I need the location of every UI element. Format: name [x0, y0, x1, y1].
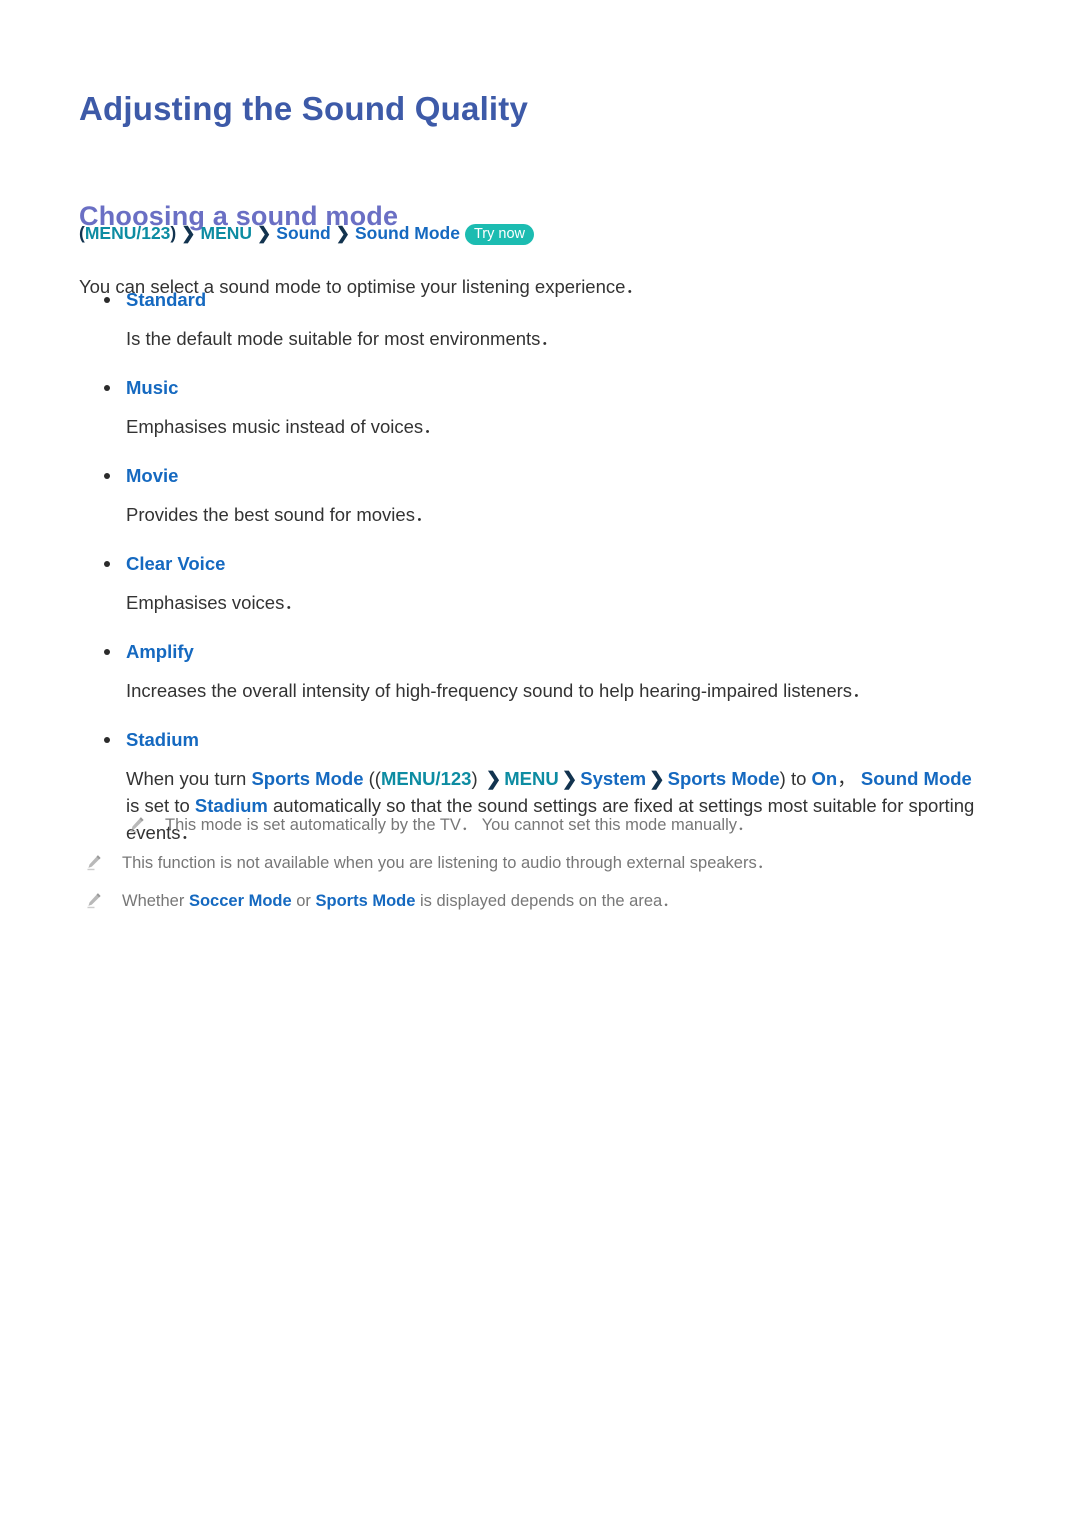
breadcrumb-item-menu123[interactable]: MENU/123	[85, 223, 171, 243]
bullet-dot-icon	[104, 297, 110, 303]
sound-mode-label: Movie	[0, 463, 1080, 489]
sound-mode-label-text: Clear Voice	[126, 553, 226, 574]
pencil-icon	[87, 893, 101, 909]
page-title: Adjusting the Sound Quality	[79, 90, 529, 128]
breadcrumb-item-sound[interactable]: Sound	[276, 223, 330, 243]
bullet-dot-icon	[104, 561, 110, 567]
text-fragment: )	[471, 768, 483, 789]
sound-mode-description: Emphasises music instead of voices．	[126, 416, 442, 437]
inline-link-menu[interactable]: MENU	[504, 768, 558, 789]
note-text: This function is not available when you …	[122, 854, 774, 872]
sound-mode-label-text: Stadium	[126, 729, 199, 750]
chevron-right-icon: ❯	[257, 224, 272, 243]
sound-mode-description: Provides the best sound for movies．	[126, 504, 434, 525]
chevron-right-icon: ❯	[485, 768, 502, 789]
note-item: This function is not available when you …	[0, 851, 1080, 875]
bullet-dot-icon	[104, 649, 110, 655]
inline-link-sound-mode[interactable]: Sound Mode	[861, 768, 972, 789]
text-fragment: ) to	[779, 768, 812, 789]
note-item: This mode is set automatically by the TV…	[0, 813, 1080, 837]
inline-link-sports-mode[interactable]: Sports Mode	[668, 768, 780, 789]
note-item: Whether Soccer Mode or Sports Mode is di…	[0, 889, 1080, 913]
sound-mode-label: Amplify	[0, 639, 1080, 665]
inline-link-on[interactable]: On	[812, 768, 838, 789]
chevron-right-icon: ❯	[649, 768, 665, 789]
text-fragment: ，	[837, 768, 861, 789]
sound-mode-label: Standard	[0, 287, 1080, 313]
sound-mode-label-text: Music	[126, 377, 179, 398]
text-fragment: ((	[363, 768, 381, 789]
bullet-dot-icon	[104, 737, 110, 743]
list-item: Movie Provides the best sound for movies…	[0, 463, 1080, 528]
sound-mode-description: Emphasises voices．	[126, 592, 303, 613]
sound-mode-label-text: Movie	[126, 465, 179, 486]
inline-link-sports-mode[interactable]: Sports Mode	[251, 768, 363, 789]
note-text-fragment: is displayed depends on the area．	[415, 892, 679, 910]
note-text-fragment: or	[291, 892, 316, 910]
breadcrumb-item-menu[interactable]: MENU	[201, 223, 253, 243]
inline-link-soccer-mode[interactable]: Soccer Mode	[189, 892, 292, 910]
document-page: Adjusting the Sound Quality Choosing a s…	[0, 0, 1080, 1527]
sound-mode-label: Music	[0, 375, 1080, 401]
inline-link-sports-mode[interactable]: Sports Mode	[316, 892, 416, 910]
sound-mode-description: Is the default mode suitable for most en…	[126, 328, 559, 349]
inline-link-menu123[interactable]: MENU/123	[381, 768, 471, 789]
sound-mode-label: Stadium	[0, 727, 1080, 753]
note-text-fragment: Whether	[122, 892, 189, 910]
sound-mode-label: Clear Voice	[0, 551, 1080, 577]
list-item: Amplify Increases the overall intensity …	[0, 639, 1080, 704]
chevron-right-icon: ❯	[181, 224, 196, 243]
pencil-icon	[87, 855, 101, 871]
inline-link-system[interactable]: System	[580, 768, 646, 789]
sound-mode-label-text: Amplify	[126, 641, 194, 662]
try-now-badge[interactable]: Try now	[464, 224, 534, 245]
chevron-right-icon: ❯	[561, 768, 578, 789]
pencil-icon	[130, 817, 144, 833]
sound-modes-list: Standard Is the default mode suitable fo…	[0, 287, 1080, 864]
bullet-dot-icon	[104, 473, 110, 479]
list-item: Music Emphasises music instead of voices…	[0, 375, 1080, 440]
breadcrumb: (MENU/123) ❯ MENU ❯ Sound ❯ Sound Mode Try now	[79, 220, 534, 247]
list-item: Clear Voice Emphasises voices．	[0, 551, 1080, 616]
sound-mode-description: Increases the overall intensity of high-…	[126, 680, 871, 701]
notes-list: This mode is set automatically by the TV…	[0, 813, 1080, 927]
sound-mode-label-text: Standard	[126, 289, 207, 310]
bullet-dot-icon	[104, 385, 110, 391]
breadcrumb-item-sound-mode[interactable]: Sound Mode	[355, 223, 460, 243]
text-fragment: When you turn	[126, 768, 252, 789]
list-item: Standard Is the default mode suitable fo…	[0, 287, 1080, 352]
note-text: This mode is set automatically by the TV…	[165, 816, 754, 834]
chevron-right-icon: ❯	[335, 224, 350, 243]
